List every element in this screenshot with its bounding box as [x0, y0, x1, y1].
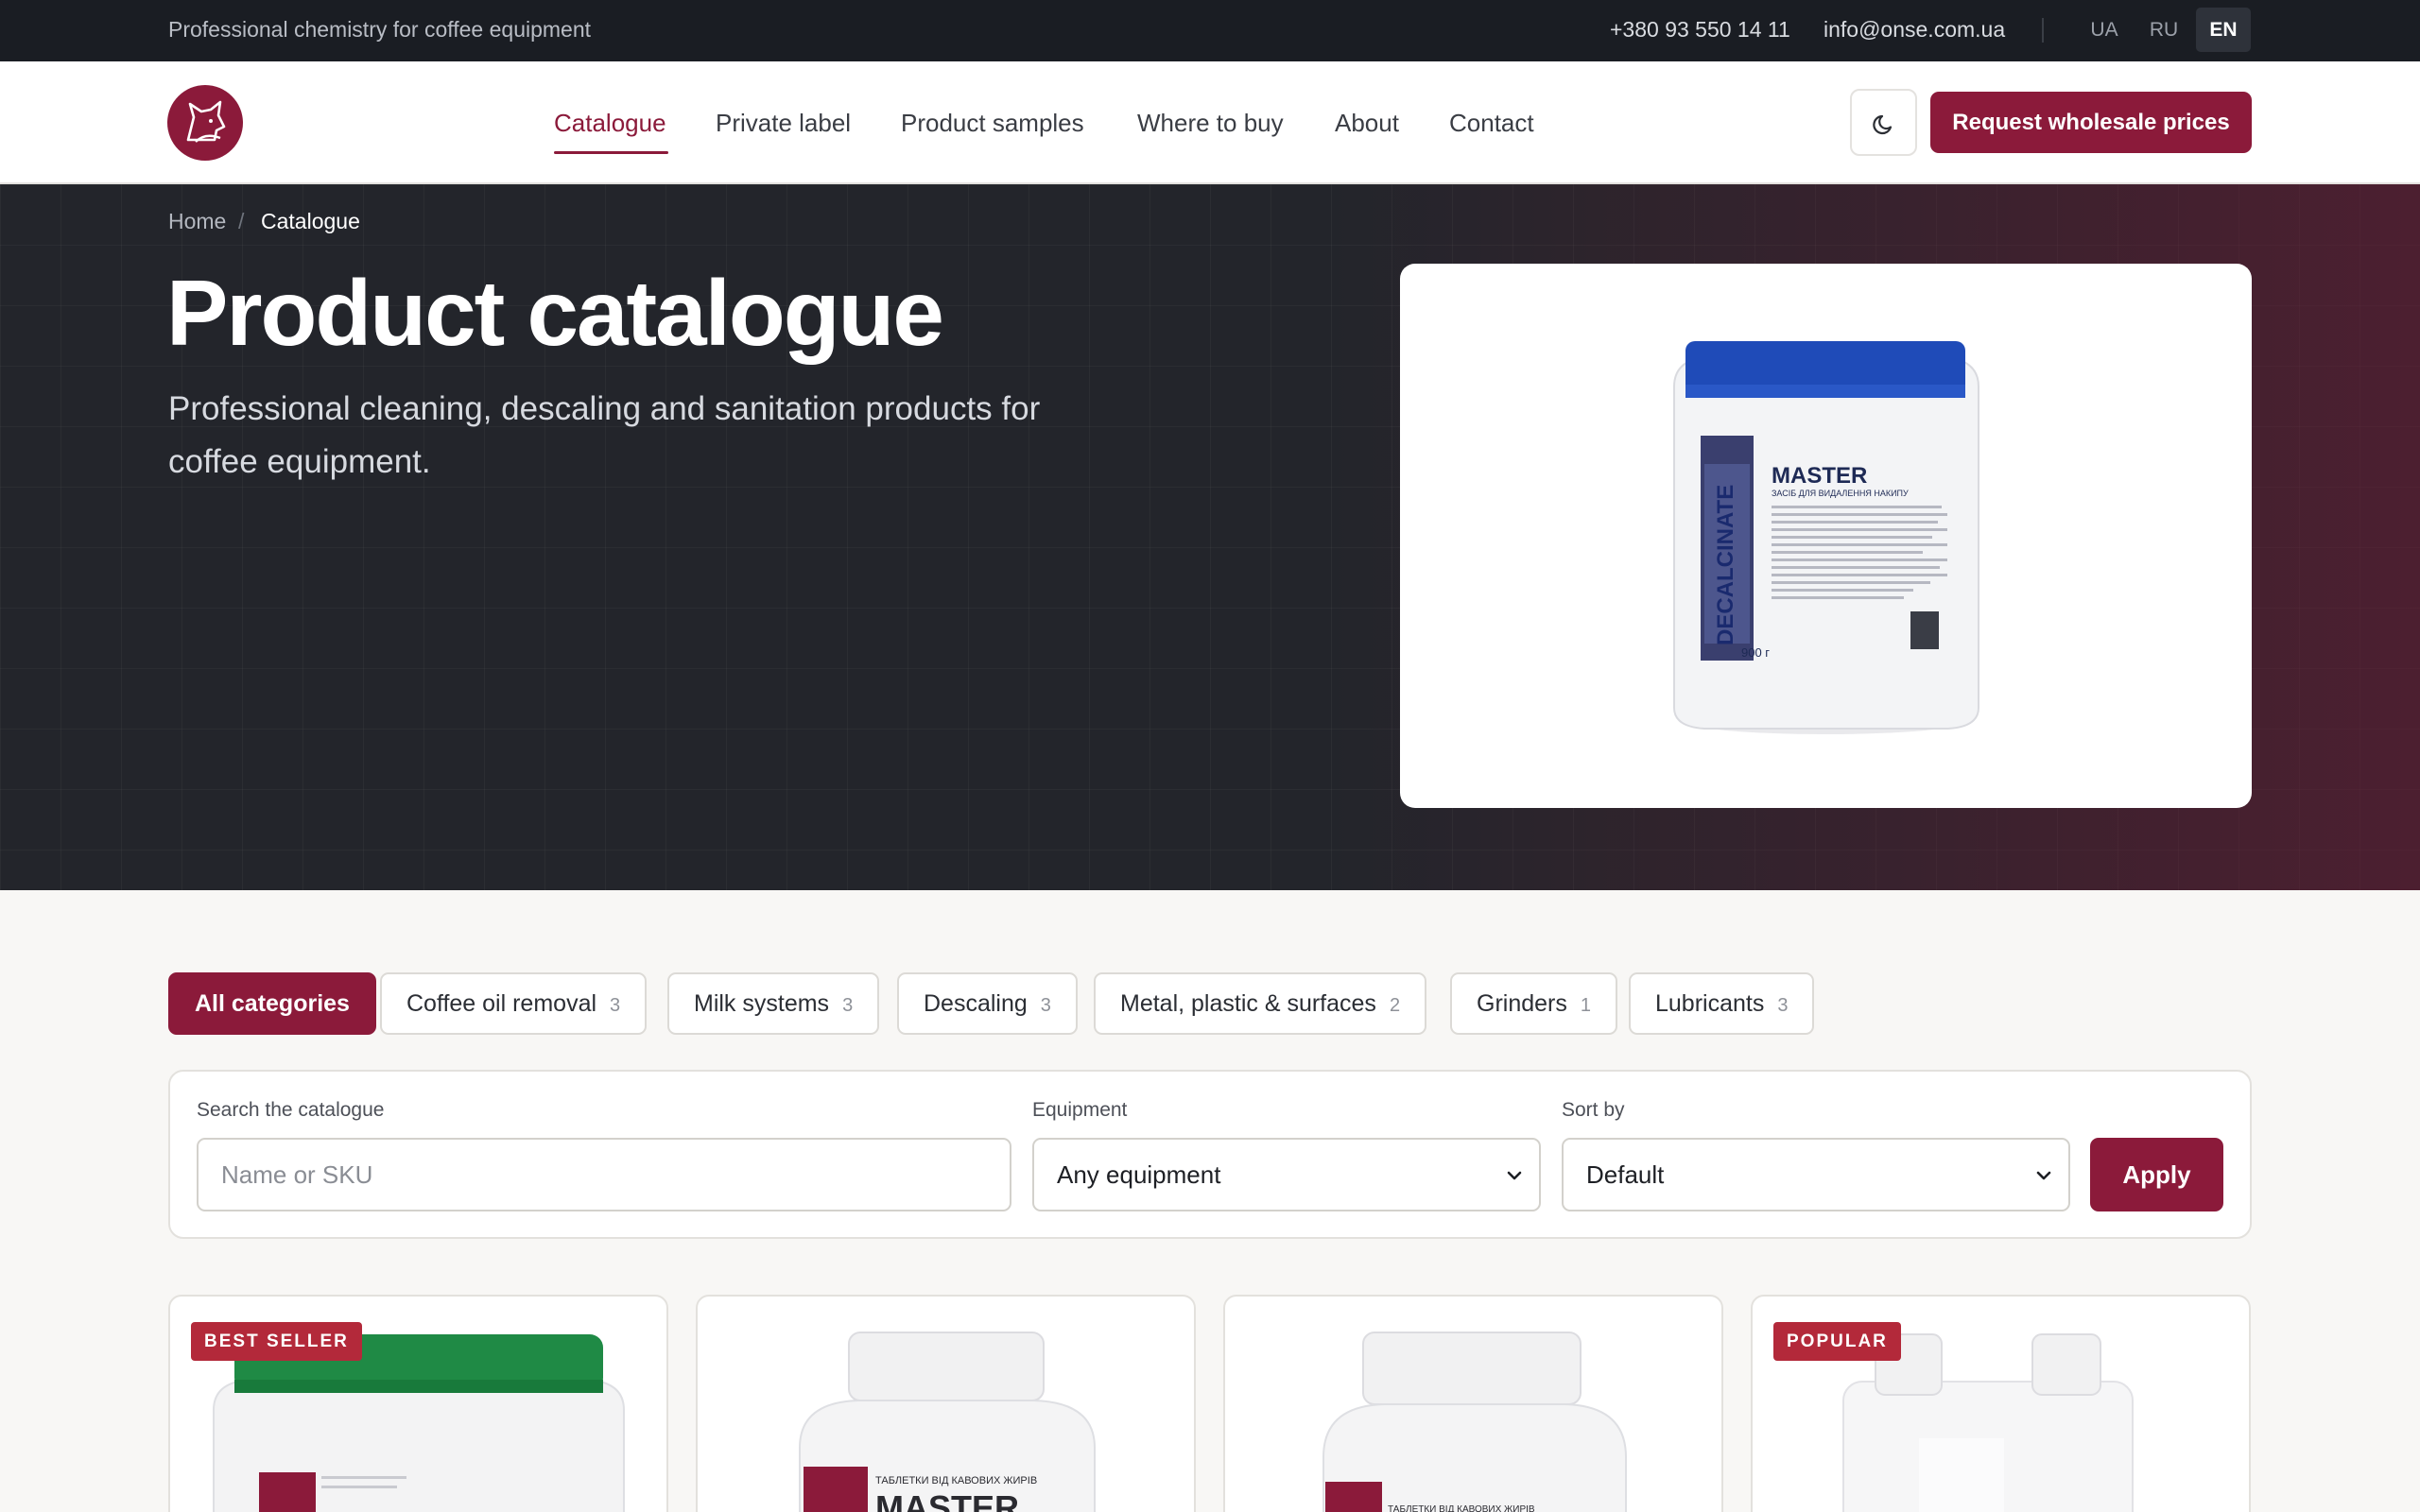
product-card[interactable]: ТАБЛЕТКИ ВІД КАВОВИХ ЖИРІВ	[1223, 1295, 1723, 1512]
product-label-text: ТАБЛЕТКИ ВІД КАВОВИХ ЖИРІВ	[1388, 1504, 1535, 1512]
search-input[interactable]: Name or SKU	[197, 1138, 1011, 1211]
product-brand: MASTER	[875, 1488, 1019, 1512]
product-image: ТАБЛЕТКИ ВІД КАВОВИХ ЖИРІВ	[1322, 1332, 1627, 1512]
request-wholesale-button[interactable]: Request wholesale prices	[1930, 92, 2252, 153]
equipment-label: Equipment	[1032, 1099, 1128, 1121]
theme-toggle-button[interactable]	[1850, 89, 1917, 156]
moon-icon	[1873, 114, 1893, 135]
breadcrumb-separator: /	[238, 209, 245, 233]
top-bar: Professional chemistry for coffee equipm…	[0, 0, 2420, 61]
apply-button[interactable]: Apply	[2090, 1138, 2223, 1211]
product-label-subtitle: ЗАСІБ ДЛЯ ВИДАЛЕННЯ НАКИПУ	[1772, 489, 1909, 498]
fox-logo-icon	[186, 100, 226, 143]
language-ru[interactable]: RU	[2136, 8, 2191, 52]
equipment-select[interactable]: Any equipment	[1032, 1138, 1541, 1211]
product-brand: MASTER	[1772, 463, 1867, 489]
nav-private-label[interactable]: Private label	[716, 109, 851, 138]
sort-select[interactable]: Default	[1562, 1138, 2070, 1211]
category-descaling[interactable]: Descaling 3	[897, 972, 1078, 1035]
vertical-product-label: DECALCINATE	[1713, 485, 1738, 645]
chevron-down-icon	[2036, 1171, 2051, 1180]
breadcrumb-home[interactable]: Home	[168, 209, 226, 234]
language-en[interactable]: EN	[2196, 8, 2251, 52]
category-metal-plastic-surfaces[interactable]: Metal, plastic & surfaces 2	[1094, 972, 1427, 1035]
nav-where-to-buy[interactable]: Where to buy	[1137, 109, 1284, 138]
nav-active-indicator	[554, 151, 668, 154]
divider	[2042, 18, 2044, 43]
category-all[interactable]: All categories	[168, 972, 376, 1035]
language-ua[interactable]: UA	[2077, 8, 2132, 52]
main-header: Catalogue Private label Product samples …	[0, 61, 2420, 184]
hero-section: Home / Catalogue Product catalogue Profe…	[0, 184, 2420, 890]
sort-label: Sort by	[1562, 1099, 1625, 1121]
best-seller-badge: BEST SELLER	[191, 1322, 362, 1361]
hero-product-card: DECALCINATE MASTER ЗАСІБ ДЛЯ ВИДАЛЕННЯ Н…	[1400, 264, 2252, 808]
search-label: Search the catalogue	[197, 1099, 385, 1121]
tagline: Professional chemistry for coffee equipm…	[168, 17, 592, 42]
category-lubricants[interactable]: Lubricants 3	[1629, 972, 1815, 1035]
nav-product-samples[interactable]: Product samples	[901, 109, 1084, 138]
nav-about[interactable]: About	[1335, 109, 1399, 138]
product-label-text: ТАБЛЕТКИ ВІД КАВОВИХ ЖИРІВ	[875, 1475, 1037, 1486]
page-subtitle: Professional cleaning, descaling and san…	[168, 390, 1041, 480]
decalcinate-jar-image: DECALCINATE MASTER ЗАСІБ ДЛЯ ВИДАЛЕННЯ Н…	[1673, 341, 1979, 734]
nav-contact[interactable]: Contact	[1449, 109, 1534, 138]
product-card[interactable]: ТАБЛЕТКИ ВІД КАВОВИХ ЖИРІВ MASTER	[696, 1295, 1196, 1512]
product-image: ТАБЛЕТКИ ВІД КАВОВИХ ЖИРІВ MASTER	[799, 1332, 1096, 1512]
page-title: Product catalogue	[166, 261, 944, 365]
category-milk-systems[interactable]: Milk systems 3	[667, 972, 880, 1035]
nav-catalogue[interactable]: Catalogue	[554, 109, 666, 138]
category-coffee-oil-removal[interactable]: Coffee oil removal 3	[380, 972, 648, 1035]
email-link[interactable]: info@onse.com.ua	[1824, 17, 2005, 43]
popular-badge: POPULAR	[1773, 1322, 1901, 1361]
chevron-down-icon	[1507, 1171, 1522, 1180]
breadcrumb-current: Catalogue	[261, 209, 360, 233]
product-weight: 900 г	[1741, 645, 1770, 660]
product-card[interactable]: BEST SELLER	[168, 1295, 668, 1512]
product-card[interactable]: POPULAR	[1751, 1295, 2251, 1512]
category-grinders[interactable]: Grinders 1	[1450, 972, 1617, 1035]
logo[interactable]	[167, 85, 243, 161]
phone-link[interactable]: +380 93 550 14 11	[1610, 17, 1790, 43]
